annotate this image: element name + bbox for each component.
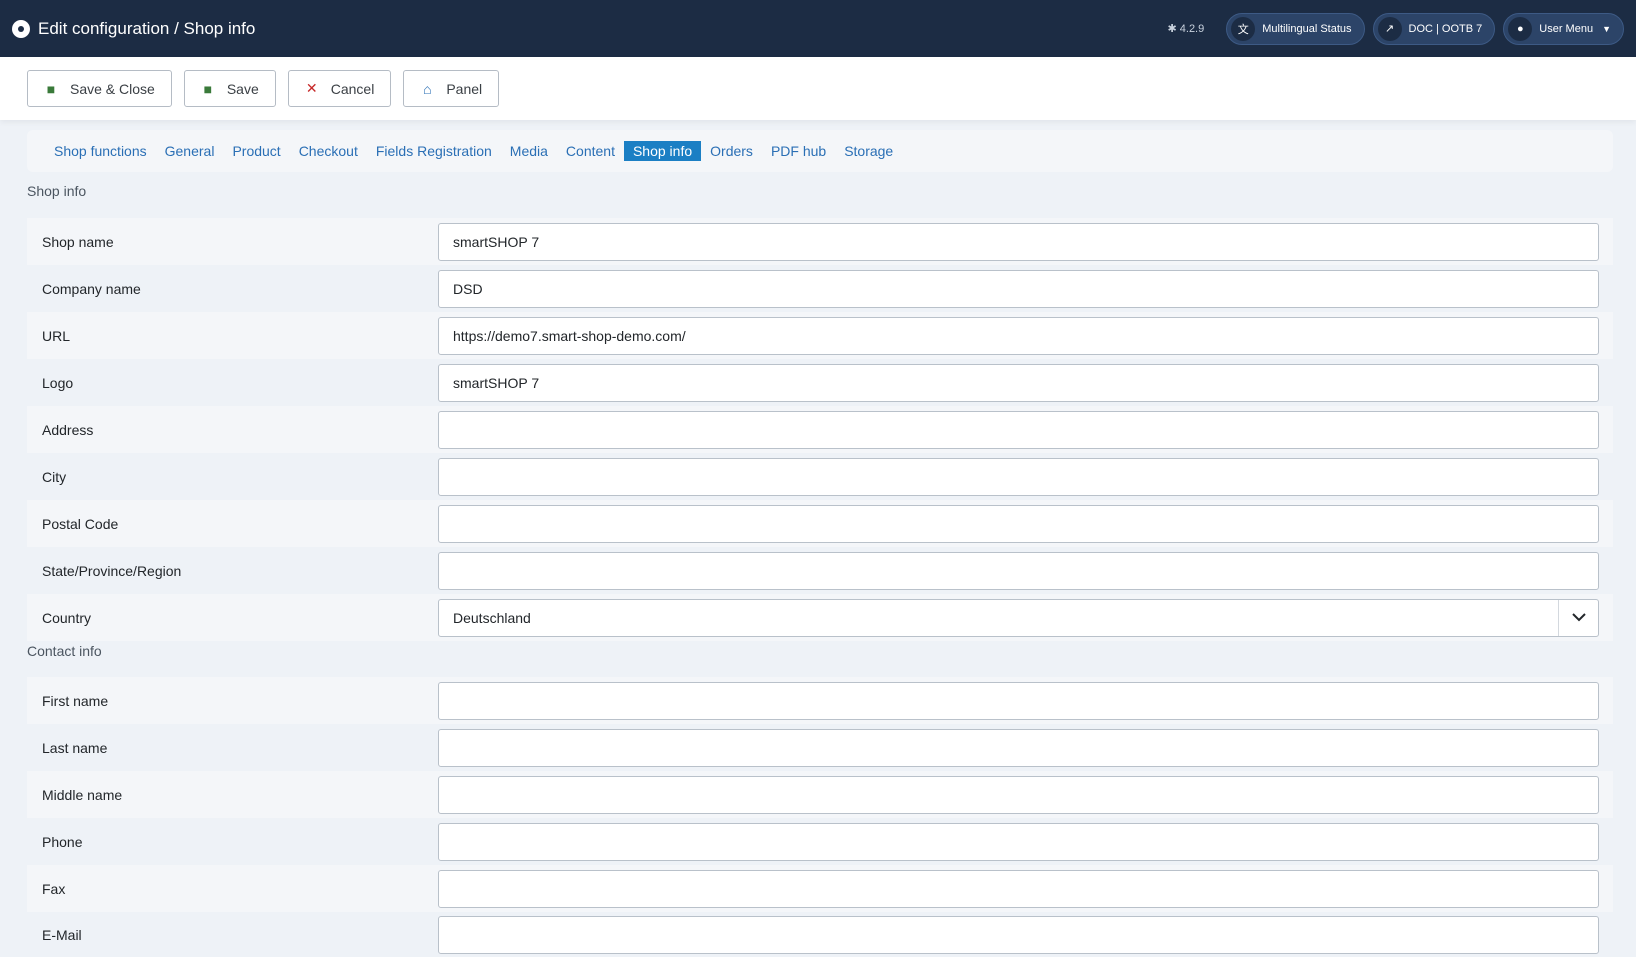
shop-name-row: Shop name: [27, 218, 1613, 265]
chevron-down-icon: ▼: [1602, 23, 1611, 34]
postal-code-input[interactable]: [438, 504, 1599, 543]
multilingual-status-button[interactable]: 文 Multilingual Status: [1226, 12, 1365, 45]
tab-storage[interactable]: Storage: [835, 141, 902, 161]
tab-product[interactable]: Product: [223, 141, 289, 161]
save-button[interactable]: ■ Save: [183, 70, 276, 107]
phone-label: Phone: [42, 833, 83, 850]
chevron-down-icon: [1558, 599, 1598, 636]
header-right: ✱ 4.2.9 文 Multilingual Status ↗ DOC | OO…: [1167, 12, 1624, 45]
action-toolbar: ■ Save & Close ■ Save ✕ Cancel ⌂ Panel: [0, 57, 1636, 120]
tab-checkout[interactable]: Checkout: [290, 141, 367, 161]
external-link-icon: ↗: [1377, 16, 1402, 41]
company-name-row: Company name: [27, 265, 1613, 312]
last-name-input[interactable]: [438, 728, 1599, 767]
tab-pdf-hub[interactable]: PDF hub: [762, 141, 835, 161]
middle-name-label: Middle name: [42, 786, 123, 803]
doc-link-button[interactable]: ↗ DOC | OOTB 7: [1372, 12, 1496, 45]
address-input[interactable]: [438, 410, 1599, 449]
first-name-label: First name: [42, 692, 109, 709]
state-row: State/Province/Region: [27, 547, 1613, 594]
language-icon: 文: [1231, 16, 1256, 41]
first-name-row: First name: [27, 677, 1613, 724]
user-menu-button[interactable]: ● User Menu ▼: [1503, 12, 1624, 45]
close-icon: ✕: [305, 80, 318, 96]
phone-row: Phone: [27, 818, 1613, 865]
url-row: URL: [27, 312, 1613, 359]
shop-name-label: Shop name: [42, 233, 114, 250]
company-name-input[interactable]: [438, 269, 1599, 308]
fax-label: Fax: [42, 880, 66, 897]
tab-fields-registration[interactable]: Fields Registration: [367, 141, 501, 161]
middle-name-row: Middle name: [27, 771, 1613, 818]
address-row: Address: [27, 406, 1613, 453]
contact-info-heading: Contact info: [27, 643, 102, 659]
version-info: ✱ 4.2.9: [1167, 22, 1205, 36]
last-name-row: Last name: [27, 724, 1613, 771]
config-icon: [12, 19, 30, 38]
doc-link-label: DOC | OOTB 7: [1408, 22, 1483, 35]
tab-content[interactable]: Content: [557, 141, 624, 161]
email-row: E-Mail: [27, 912, 1613, 957]
home-icon: ⌂: [423, 80, 432, 97]
city-row: City: [27, 453, 1613, 500]
fax-row: Fax: [27, 865, 1613, 912]
floppy-disk-icon: ■: [46, 80, 56, 97]
panel-button[interactable]: ⌂ Panel: [403, 70, 500, 107]
save-close-button[interactable]: ■ Save & Close: [27, 70, 172, 107]
user-menu-label: User Menu: [1539, 22, 1594, 35]
email-label: E-Mail: [42, 926, 82, 943]
tab-media[interactable]: Media: [501, 141, 557, 161]
address-label: Address: [42, 421, 94, 438]
cancel-label: Cancel: [330, 80, 375, 97]
first-name-input[interactable]: [438, 681, 1599, 720]
country-label: Country: [42, 609, 92, 626]
country-row: Country Deutschland: [27, 594, 1613, 641]
shop-name-input[interactable]: [438, 222, 1599, 261]
country-selected-value: Deutschland: [453, 609, 531, 626]
middle-name-input[interactable]: [438, 775, 1599, 814]
url-label: URL: [42, 327, 71, 344]
company-name-label: Company name: [42, 280, 141, 297]
email-input[interactable]: [438, 915, 1599, 954]
country-select[interactable]: Deutschland: [438, 598, 1599, 637]
user-icon: ●: [1508, 16, 1533, 41]
state-label: State/Province/Region: [42, 562, 182, 579]
save-label: Save: [226, 80, 259, 97]
tab-general[interactable]: General: [156, 141, 224, 161]
url-input[interactable]: [438, 316, 1599, 355]
postal-code-label: Postal Code: [42, 515, 119, 532]
fax-input[interactable]: [438, 869, 1599, 908]
config-tabs: Shop functions General Product Checkout …: [27, 130, 1613, 172]
page-title: Edit configuration / Shop info: [38, 18, 256, 38]
city-input[interactable]: [438, 457, 1599, 496]
version-label: 4.2.9: [1179, 22, 1205, 35]
phone-input[interactable]: [438, 822, 1599, 861]
multilingual-status-label: Multilingual Status: [1262, 22, 1352, 35]
save-close-label: Save & Close: [70, 80, 155, 97]
tab-orders[interactable]: Orders: [701, 141, 762, 161]
postal-code-row: Postal Code: [27, 500, 1613, 547]
top-header: Edit configuration / Shop info ✱ 4.2.9 文…: [0, 0, 1636, 57]
tab-shop-functions[interactable]: Shop functions: [45, 141, 156, 161]
logo-input[interactable]: [438, 363, 1599, 402]
cancel-button[interactable]: ✕ Cancel: [287, 70, 392, 107]
last-name-label: Last name: [42, 739, 108, 756]
shop-info-heading: Shop info: [27, 183, 87, 199]
floppy-disk-icon: ■: [203, 80, 213, 97]
state-input[interactable]: [438, 551, 1599, 590]
joomla-icon: ✱: [1167, 23, 1177, 35]
tab-shop-info[interactable]: Shop info: [623, 141, 702, 161]
logo-row: Logo: [27, 359, 1613, 406]
panel-label: Panel: [446, 80, 483, 97]
logo-label: Logo: [42, 374, 74, 391]
city-label: City: [42, 468, 67, 485]
